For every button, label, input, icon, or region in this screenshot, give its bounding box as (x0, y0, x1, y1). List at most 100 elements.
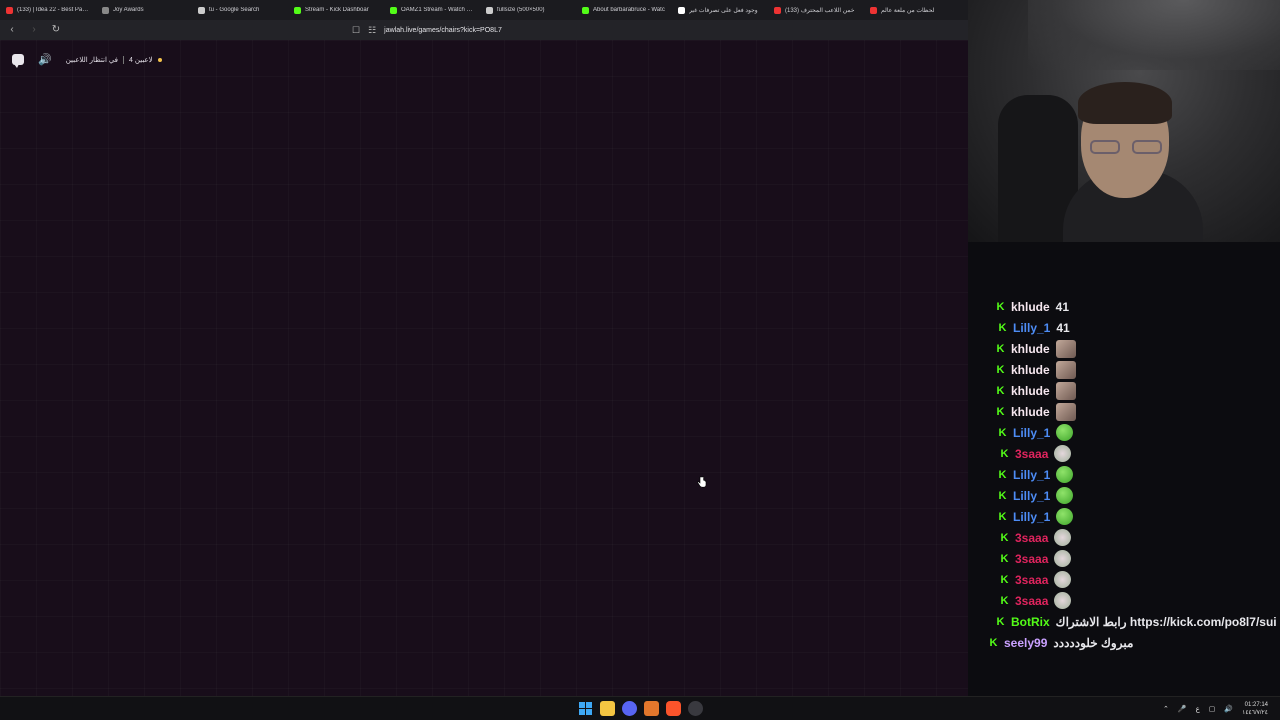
chat-message: K Lilly_1 (998, 485, 1074, 506)
obs-icon[interactable] (688, 701, 703, 716)
speaker-icon[interactable]: 🔊 (38, 53, 52, 66)
address-bar[interactable]: ☐ ☷ jawlah.live/games/chairs?kick=PO8L7 (352, 22, 908, 38)
chat-username[interactable]: 3saaa (1015, 594, 1048, 608)
kick-badge-icon: K (996, 363, 1005, 376)
chat-username[interactable]: Lilly_1 (1013, 426, 1050, 440)
chat-message: K Lilly_1 (998, 464, 1074, 485)
browser-tab[interactable]: (133) | Idea 22 - Best Part 0 (0, 0, 96, 20)
chat-username[interactable]: 3saaa (1015, 573, 1048, 587)
browser-tab[interactable]: tu - Google Search (192, 0, 288, 20)
browser-tab-title: Stream - Kick Dashboar (305, 7, 369, 13)
chat-username[interactable]: BotRix (1011, 615, 1050, 629)
language-indicator[interactable]: ع (1196, 705, 1200, 713)
volume-icon[interactable]: 🔊 (1224, 705, 1233, 713)
reload-icon[interactable]: ↻ (50, 24, 62, 36)
microphone-icon[interactable]: 🎤 (1178, 705, 1187, 713)
browser-tab[interactable]: وجود فعل على تصرفات غير (672, 0, 768, 20)
taskbar-apps (578, 701, 703, 716)
browser-tab[interactable]: Stream - Kick Dashboar (288, 0, 384, 20)
chat-username[interactable]: Lilly_1 (1013, 489, 1050, 503)
chat-message: Kseely99 مبروك خلوددددد (989, 632, 1134, 653)
chat-username[interactable]: seely99 (1004, 636, 1047, 650)
chat-username[interactable]: Lilly_1 (1013, 468, 1050, 482)
lobby-status: في انتظار اللاعبين 4 لاعبين (66, 55, 162, 64)
chat-message: Kkhlude (996, 338, 1076, 359)
browser-tab-title: About barbarabruce - Watc (593, 7, 665, 13)
webcam-feed (968, 0, 1280, 242)
divider (123, 55, 125, 64)
pig-emote-icon (1054, 571, 1072, 588)
chat-message: K 3saaa (1000, 548, 1072, 569)
chat-username[interactable]: 3saaa (1015, 552, 1048, 566)
browser-tab-title: fullsize (500×500) (497, 7, 545, 13)
chevron-up-icon[interactable]: ⌃ (1163, 705, 1169, 713)
chat-message: K 3saaa (1000, 527, 1072, 548)
hand-cursor-icon (697, 476, 707, 488)
chat-message: Kkhlude 41 (996, 296, 1070, 317)
discord-icon[interactable] (622, 701, 637, 716)
browser-tab[interactable]: (133) خمن اللاعب المحترف (768, 0, 864, 20)
browser-tab-strip: (133) | Idea 22 - Best Part 0 Joy Awards t… (0, 0, 968, 20)
chat-username[interactable]: 3saaa (1015, 531, 1048, 545)
network-icon[interactable]: ▢ (1209, 705, 1216, 713)
browser-tab-title: (133) | Idea 22 - Best Part 0 (17, 7, 90, 13)
url-text[interactable]: jawlah.live/games/chairs?kick=PO8L7 (384, 27, 502, 34)
photo-emote-icon (1055, 402, 1076, 421)
browser-tab[interactable]: لحظات من ملعة عالم (864, 0, 960, 20)
youtube-icon (870, 6, 877, 14)
back-icon[interactable]: ‹ (6, 24, 18, 36)
chat-username[interactable]: 3saaa (1015, 447, 1048, 461)
browser-tab-title: tu - Google Search (209, 7, 260, 13)
bookmark-icon[interactable]: ☐ (352, 25, 360, 36)
browser-tab[interactable]: fullsize (500×500) (480, 0, 576, 20)
site-settings-icon[interactable]: ☷ (368, 25, 376, 36)
photo-emote-icon (1055, 381, 1076, 400)
chat-username[interactable]: khlude (1011, 384, 1050, 398)
chat-message: K 3saaa (1000, 443, 1072, 464)
kick-badge-icon: K (998, 426, 1007, 439)
browser-tab-title: (133) خمن اللاعب المحترف (785, 7, 855, 14)
youtube-icon (774, 6, 781, 14)
chat-message: Kkhlude (996, 380, 1076, 401)
chat-message: Kkhlude (996, 401, 1076, 422)
kick-badge-icon: K (996, 300, 1005, 313)
kick-icon (390, 6, 397, 14)
browser-tab[interactable]: Joy Awards (96, 0, 192, 20)
forward-icon[interactable]: › (28, 24, 40, 36)
windows-start-icon[interactable] (578, 701, 593, 716)
app-icon[interactable] (644, 701, 659, 716)
browser-tab[interactable]: OAMZ1 Stream - Watch Liv (384, 0, 480, 20)
chat-message: Kkhlude (996, 359, 1076, 380)
clock[interactable]: 01:27:14 ١٤٤٦/٧/٢٤ (1242, 701, 1268, 717)
photo-emote-icon (1055, 339, 1076, 358)
youtube-icon (6, 6, 13, 14)
browser-tab[interactable]: About barbarabruce - Watc (576, 0, 672, 20)
chat-message: K Lilly_1 (998, 422, 1074, 443)
browser-tab-title: لحظات من ملعة عالم (881, 7, 935, 14)
chat-message: K 3saaa (1000, 569, 1072, 590)
browser-tab-title: OAMZ1 Stream - Watch Liv (401, 7, 474, 13)
kick-badge-icon: K (1000, 573, 1009, 586)
kick-badge-icon: K (996, 405, 1005, 418)
pig-emote-icon (1054, 529, 1072, 546)
webcam-background (1028, 0, 1280, 70)
tiktok-icon (678, 6, 685, 14)
chat-username[interactable]: khlude (1011, 300, 1050, 314)
clock-date: ١٤٤٦/٧/٢٤ (1242, 710, 1268, 716)
chat-username[interactable]: khlude (1011, 405, 1050, 419)
chat-username[interactable]: khlude (1011, 342, 1050, 356)
chat-text: مبروك خلوددددد (1053, 635, 1134, 650)
chat-icon[interactable] (12, 54, 24, 68)
browser-tab-title: Joy Awards (113, 7, 144, 13)
kick-badge-icon: K (998, 489, 1007, 502)
pig-emote-icon (1054, 445, 1072, 462)
chat-username[interactable]: Lilly_1 (1013, 510, 1050, 524)
chat-username[interactable]: khlude (1011, 363, 1050, 377)
game-page: 🔊 في انتظار اللاعبين 4 لاعبين (0, 40, 968, 696)
photo-emote-icon (1055, 360, 1076, 379)
file-explorer-icon[interactable] (600, 701, 615, 716)
brave-browser-icon[interactable] (666, 701, 681, 716)
chat-username[interactable]: Lilly_1 (1013, 321, 1050, 335)
chat-text: 41 (1056, 320, 1070, 335)
chat-message: K 3saaa (1000, 590, 1072, 611)
